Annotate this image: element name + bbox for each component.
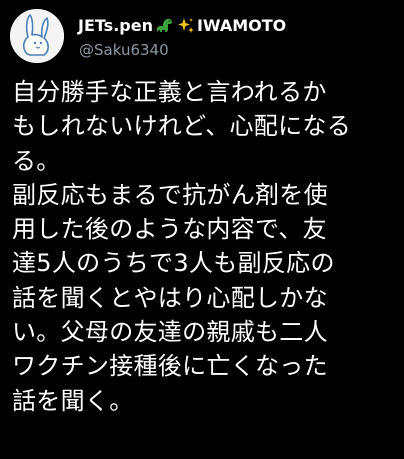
tweet-text-line: ワクチン接種後に亡くなった <box>12 352 328 381</box>
rabbit-avatar-icon <box>10 9 64 63</box>
avatar[interactable] <box>10 9 64 63</box>
sparkles-emoji-icon <box>176 16 196 36</box>
tweet-text-line: 話を聞く。 <box>12 386 134 415</box>
tweet-text-line: 達5人のうちで3人も副反応の <box>12 249 335 278</box>
tweet-text-line: 副反応もまるで抗がん剤を使 <box>12 180 328 209</box>
display-name-part1: JETs.pen <box>78 16 153 35</box>
tweet-text-line: 用した後のような内容で、友 <box>12 215 327 244</box>
tweet-text-line: もしれないけれど、心配になる <box>12 112 351 141</box>
dinosaur-emoji-icon <box>154 16 174 36</box>
display-name[interactable]: JETs.pen IWAMOTO <box>78 15 286 37</box>
tweet-text-line: 自分勝手な正義と言われるか <box>12 78 327 106</box>
tweet: JETs.pen IWAMOTO @Saku6340 自分勝手な正義と言われるか… <box>0 0 404 459</box>
tweet-text-line: 話を聞くとやはり心配しかな <box>12 283 328 312</box>
user-handle[interactable]: @Saku6340 <box>79 40 169 60</box>
tweet-text-line: い。父母の友達の親戚も二人 <box>12 318 328 347</box>
tweet-text: 自分勝手な正義と言われるか もしれないけれど、心配になる る。 副反応もまるで抗… <box>12 75 404 418</box>
display-name-part2: IWAMOTO <box>196 16 287 35</box>
tweet-text-line: る。 <box>12 146 61 175</box>
